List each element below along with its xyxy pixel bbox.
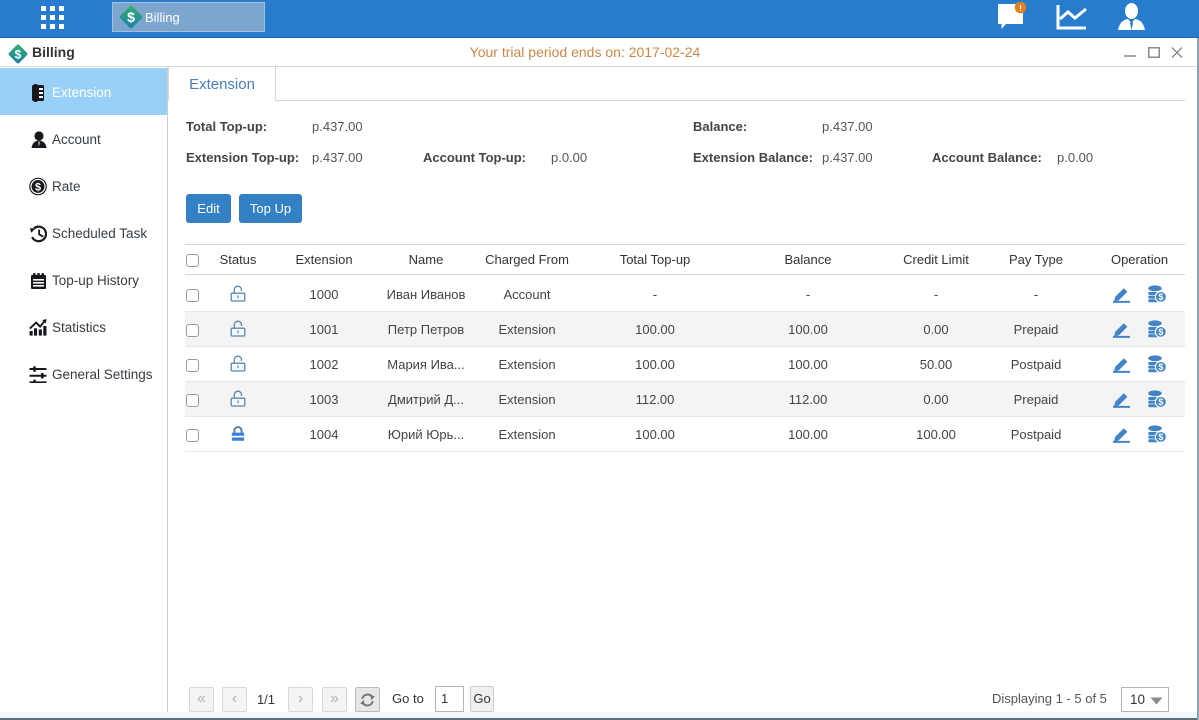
svg-text:$: $ <box>35 181 41 193</box>
svg-text:$: $ <box>1158 292 1163 302</box>
svg-text:$: $ <box>1158 397 1163 407</box>
svg-text:$: $ <box>1158 432 1163 442</box>
svg-text:$: $ <box>1158 327 1163 337</box>
svg-text:$: $ <box>127 9 135 25</box>
svg-text:$: $ <box>1158 362 1163 372</box>
svg-text:!: ! <box>1019 3 1022 13</box>
